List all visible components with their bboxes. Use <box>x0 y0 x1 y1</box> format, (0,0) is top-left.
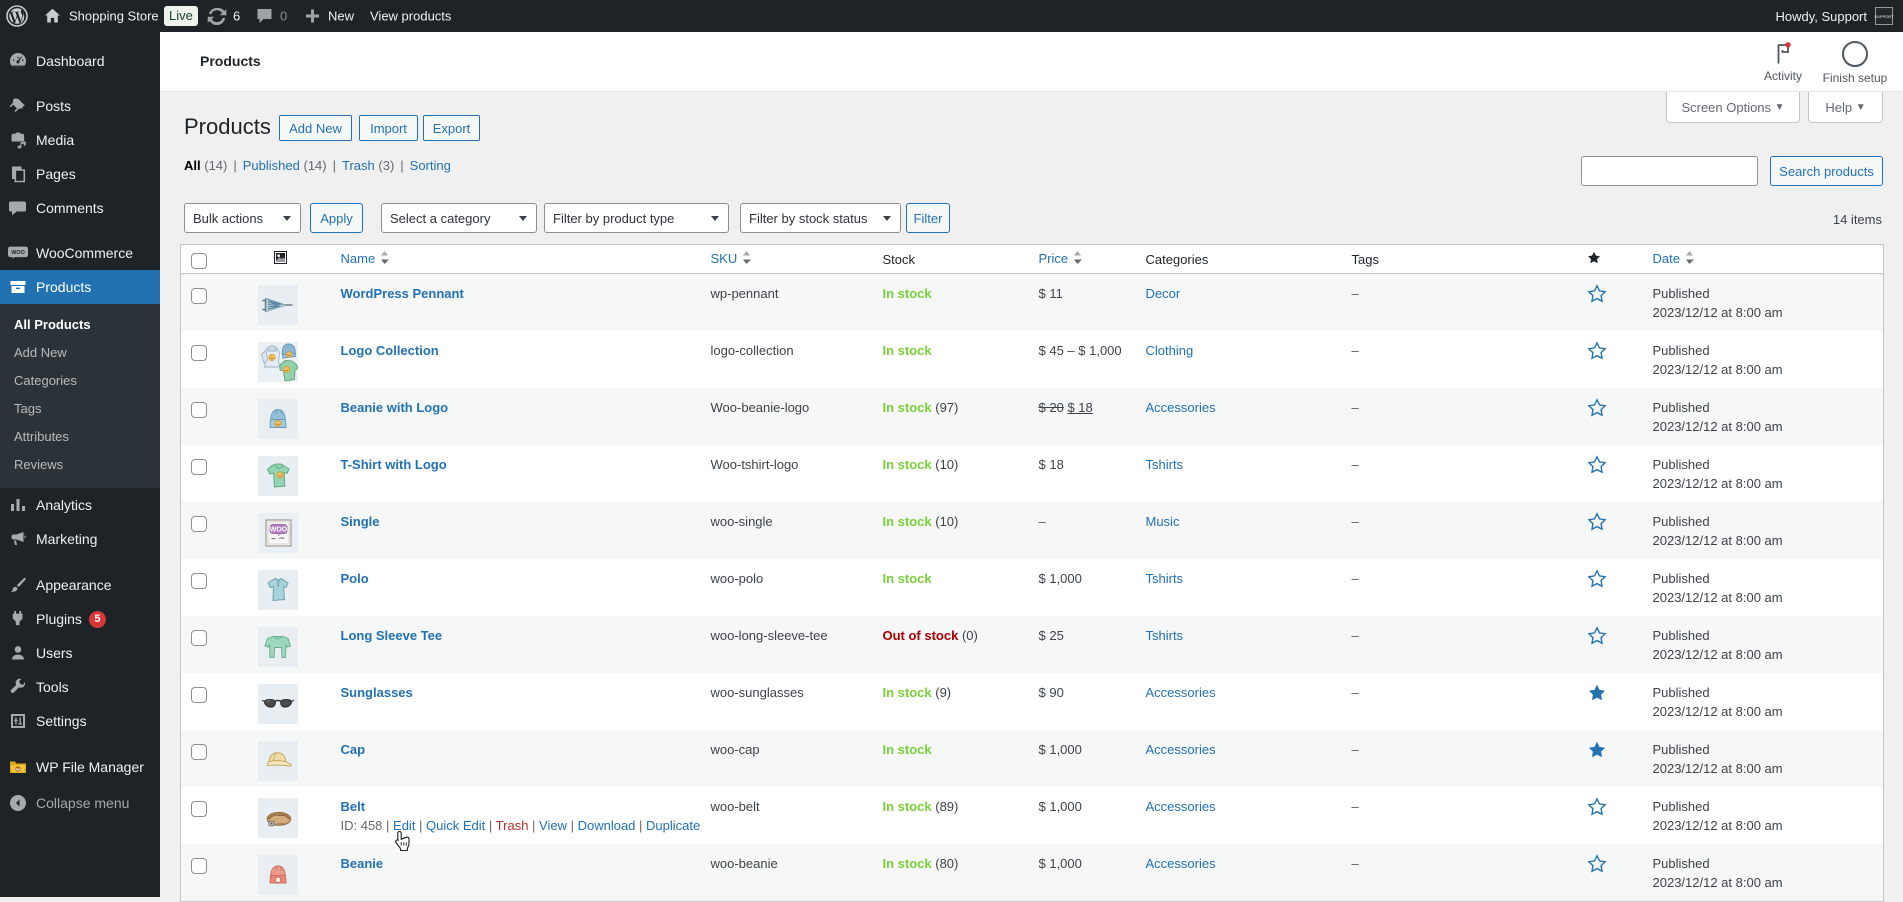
svg-text:WOO: WOO <box>269 527 287 534</box>
svg-text:W: W <box>16 767 21 772</box>
svg-text:WOO: WOO <box>11 250 25 256</box>
